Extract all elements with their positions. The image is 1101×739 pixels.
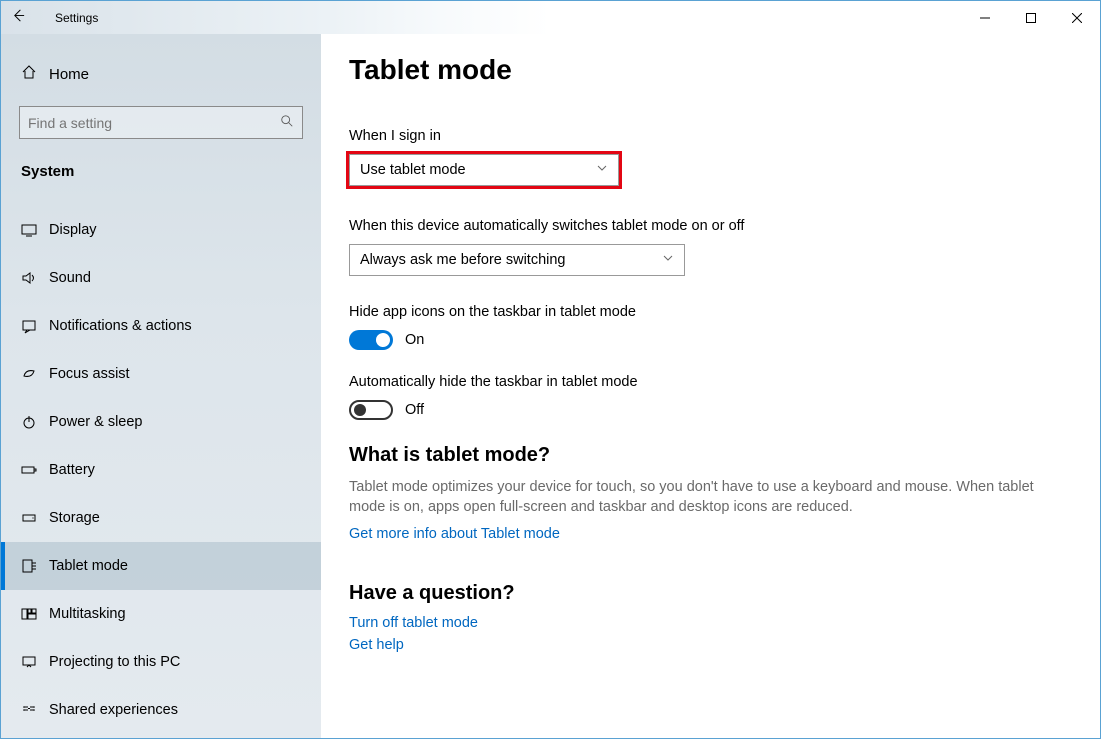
- question-heading: Have a question?: [349, 582, 1072, 605]
- chevron-down-icon: [662, 252, 674, 268]
- storage-icon: [21, 510, 49, 526]
- sidebar-item-focus-assist[interactable]: Focus assist: [1, 350, 321, 398]
- sidebar-item-label: Multitasking: [49, 606, 126, 622]
- sound-icon: [21, 270, 49, 286]
- shared-experiences-icon: [21, 702, 49, 718]
- sidebar-item-battery[interactable]: Battery: [1, 446, 321, 494]
- sidebar-item-multitasking[interactable]: Multitasking: [1, 590, 321, 638]
- sidebar-item-label: Display: [49, 222, 97, 238]
- display-icon: [21, 222, 49, 238]
- back-button[interactable]: [1, 8, 35, 27]
- sidebar-item-projecting[interactable]: Projecting to this PC: [1, 638, 321, 686]
- auto-hide-toggle[interactable]: [349, 400, 393, 420]
- sidebar-item-power-sleep[interactable]: Power & sleep: [1, 398, 321, 446]
- multitasking-icon: [21, 606, 49, 622]
- minimize-button[interactable]: [962, 1, 1008, 34]
- sidebar: Home System Display Sound Notificat: [1, 34, 321, 738]
- search-input[interactable]: [19, 106, 303, 139]
- tablet-mode-icon: [21, 558, 49, 574]
- sidebar-item-label: Sound: [49, 270, 91, 286]
- what-is-heading: What is tablet mode?: [349, 444, 1072, 467]
- more-info-link[interactable]: Get more info about Tablet mode: [349, 526, 1072, 542]
- hide-icons-state: On: [405, 332, 424, 348]
- battery-icon: [21, 462, 49, 478]
- sign-in-dropdown-value: Use tablet mode: [360, 162, 466, 178]
- search-icon: [280, 114, 294, 131]
- sidebar-item-label: Storage: [49, 510, 100, 526]
- sidebar-section-title: System: [1, 153, 321, 190]
- sidebar-item-storage[interactable]: Storage: [1, 494, 321, 542]
- what-is-description: Tablet mode optimizes your device for to…: [349, 477, 1072, 518]
- sidebar-item-label: Focus assist: [49, 366, 130, 382]
- auto-switch-dropdown-value: Always ask me before switching: [360, 252, 566, 268]
- main-content: Tablet mode When I sign in Use tablet mo…: [321, 34, 1100, 738]
- power-icon: [21, 414, 49, 430]
- sign-in-label: When I sign in: [349, 128, 1072, 144]
- sidebar-item-label: Battery: [49, 462, 95, 478]
- sidebar-home-label: Home: [49, 66, 89, 83]
- hide-icons-toggle[interactable]: [349, 330, 393, 350]
- sidebar-item-label: Notifications & actions: [49, 318, 192, 334]
- auto-hide-state: Off: [405, 402, 424, 418]
- page-title: Tablet mode: [349, 54, 1072, 86]
- titlebar: Settings: [1, 1, 1100, 34]
- auto-hide-label: Automatically hide the taskbar in tablet…: [349, 374, 1072, 390]
- sidebar-item-sound[interactable]: Sound: [1, 254, 321, 302]
- hide-icons-label: Hide app icons on the taskbar in tablet …: [349, 304, 1072, 320]
- auto-switch-dropdown[interactable]: Always ask me before switching: [349, 244, 685, 276]
- sidebar-item-label: Tablet mode: [49, 558, 128, 574]
- home-icon: [21, 64, 49, 84]
- sidebar-nav: Display Sound Notifications & actions Fo…: [1, 206, 321, 734]
- sidebar-item-tablet-mode[interactable]: Tablet mode: [1, 542, 321, 590]
- sidebar-item-notifications[interactable]: Notifications & actions: [1, 302, 321, 350]
- sidebar-item-label: Power & sleep: [49, 414, 143, 430]
- sidebar-item-label: Projecting to this PC: [49, 654, 180, 670]
- notifications-icon: [21, 318, 49, 334]
- close-button[interactable]: [1054, 1, 1100, 34]
- chevron-down-icon: [596, 162, 608, 178]
- turn-off-link[interactable]: Turn off tablet mode: [349, 615, 1072, 631]
- sidebar-item-display[interactable]: Display: [1, 206, 321, 254]
- get-help-link[interactable]: Get help: [349, 637, 1072, 653]
- focus-assist-icon: [21, 366, 49, 382]
- window-title: Settings: [55, 11, 98, 25]
- sidebar-item-shared-experiences[interactable]: Shared experiences: [1, 686, 321, 734]
- projecting-icon: [21, 654, 49, 670]
- sidebar-item-label: Shared experiences: [49, 702, 178, 718]
- auto-switch-label: When this device automatically switches …: [349, 218, 1072, 234]
- search-field[interactable]: [28, 115, 280, 131]
- sidebar-home[interactable]: Home: [1, 56, 321, 92]
- maximize-button[interactable]: [1008, 1, 1054, 34]
- sign-in-dropdown[interactable]: Use tablet mode: [349, 154, 619, 186]
